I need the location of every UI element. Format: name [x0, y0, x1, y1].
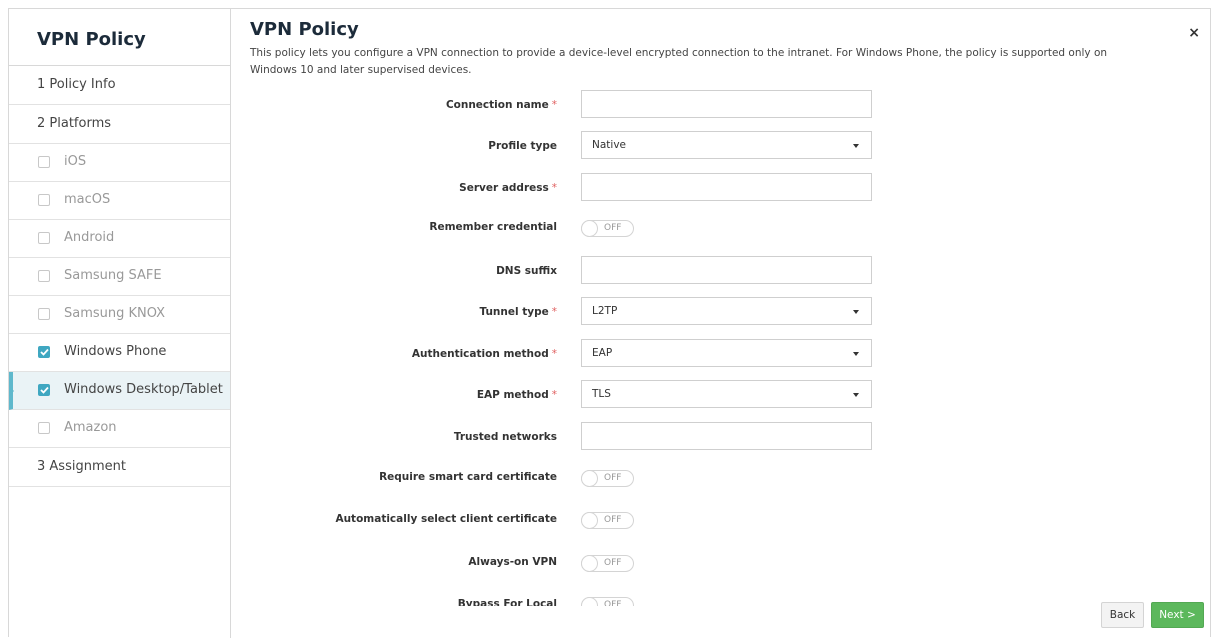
require-smart-card-toggle[interactable]: OFF [581, 470, 634, 487]
auto-select-cert-toggle[interactable]: OFF [581, 512, 634, 529]
back-button[interactable]: Back [1101, 602, 1144, 628]
row-auto-select-cert: Automatically select client certificate … [232, 504, 1210, 534]
profile-type-value: Native [592, 139, 626, 151]
toggle-state: OFF [604, 473, 622, 483]
checkbox-windows-desktop-tablet[interactable] [38, 384, 50, 396]
platform-windows-desktop-tablet[interactable]: Windows Desktop/Tablet [9, 372, 230, 410]
authentication-method-value: EAP [592, 347, 613, 359]
step-platforms[interactable]: 2 Platforms [9, 105, 230, 144]
form-scroll-area: Connection name * Profile type Native Ser… [232, 9, 1210, 606]
caret-down-icon [853, 310, 859, 314]
authentication-method-select[interactable]: EAP [581, 339, 872, 367]
row-dns-suffix: DNS suffix [232, 256, 1210, 286]
checkbox-ios[interactable] [38, 156, 50, 168]
checkmark-icon [39, 386, 49, 394]
checkbox-samsung-knox[interactable] [38, 308, 50, 320]
profile-type-select[interactable]: Native [581, 131, 872, 159]
toggle-knob [581, 555, 598, 572]
row-profile-type: Profile type Native [232, 131, 1210, 161]
sidebar-title: VPN Policy [9, 9, 230, 66]
required-marker: * [551, 348, 557, 360]
always-on-toggle[interactable]: OFF [581, 555, 634, 572]
toggle-knob [581, 597, 598, 606]
platform-macos[interactable]: macOS [9, 182, 230, 220]
toggle-knob [581, 512, 598, 529]
row-bypass-for-local: Bypass For Local OFF [232, 589, 1210, 606]
bypass-for-local-label: Bypass For Local [457, 598, 557, 606]
checkbox-windows-phone[interactable] [38, 346, 50, 358]
require-smart-card-label: Require smart card certificate [379, 471, 557, 483]
always-on-label: Always-on VPN [468, 556, 557, 568]
checkbox-amazon[interactable] [38, 422, 50, 434]
row-require-smart-card: Require smart card certificate OFF [232, 462, 1210, 492]
toggle-knob [581, 470, 598, 487]
main-panel: VPN Policy × This policy lets you config… [232, 9, 1210, 638]
eap-method-select[interactable]: TLS [581, 380, 872, 408]
trusted-networks-input[interactable] [581, 422, 872, 450]
toggle-state: OFF [604, 223, 622, 233]
required-marker: * [551, 306, 557, 318]
platform-label: Windows Phone [64, 344, 167, 359]
trusted-networks-label: Trusted networks [453, 431, 557, 443]
platform-android[interactable]: Android [9, 220, 230, 258]
toggle-knob [581, 220, 598, 237]
toggle-state: OFF [604, 515, 622, 525]
caret-down-icon [853, 144, 859, 148]
next-button[interactable]: Next > [1151, 602, 1204, 628]
platform-samsung-knox[interactable]: Samsung KNOX [9, 296, 230, 334]
dns-suffix-input[interactable] [581, 256, 872, 284]
platform-label: macOS [64, 192, 111, 207]
caret-down-icon [853, 393, 859, 397]
required-marker: * [551, 99, 557, 111]
platform-samsung-safe[interactable]: Samsung SAFE [9, 258, 230, 296]
server-address-input[interactable] [581, 173, 872, 201]
checkbox-samsung-safe[interactable] [38, 270, 50, 282]
eap-method-value: TLS [592, 388, 611, 400]
platform-ios[interactable]: iOS [9, 144, 230, 182]
remember-credential-toggle[interactable]: OFF [581, 220, 634, 237]
wizard-sidebar: VPN Policy 1 Policy Info 2 Platforms iOS… [9, 9, 231, 638]
server-address-label: Server address [459, 182, 549, 194]
eap-method-label: EAP method [476, 389, 549, 401]
row-authentication-method: Authentication method * EAP [232, 339, 1210, 369]
required-marker: * [551, 389, 557, 401]
connection-name-input[interactable] [581, 90, 872, 118]
tunnel-type-value: L2TP [592, 305, 618, 317]
remember-credential-label: Remember credential [429, 221, 557, 233]
tunnel-type-label: Tunnel type [479, 306, 549, 318]
authentication-method-label: Authentication method [411, 348, 549, 360]
wizard-frame: VPN Policy 1 Policy Info 2 Platforms iOS… [8, 8, 1211, 638]
row-always-on: Always-on VPN OFF [232, 547, 1210, 577]
step-assignment[interactable]: 3 Assignment [9, 448, 230, 487]
row-connection-name: Connection name * [232, 90, 1210, 120]
bypass-for-local-toggle[interactable]: OFF [581, 597, 634, 606]
tunnel-type-select[interactable]: L2TP [581, 297, 872, 325]
row-trusted-networks: Trusted networks [232, 422, 1210, 452]
required-marker: * [551, 182, 557, 194]
checkmark-icon [39, 348, 49, 356]
dns-suffix-label: DNS suffix [496, 265, 557, 277]
connection-name-label: Connection name [445, 99, 549, 111]
checkbox-android[interactable] [38, 232, 50, 244]
platform-label: Samsung KNOX [64, 306, 166, 321]
platform-label: Samsung SAFE [64, 268, 162, 283]
platform-windows-phone[interactable]: Windows Phone [9, 334, 230, 372]
platform-label: Android [64, 230, 115, 245]
platform-label: Amazon [64, 420, 117, 435]
step-policy-info[interactable]: 1 Policy Info [9, 66, 230, 105]
caret-down-icon [853, 352, 859, 356]
auto-select-cert-label: Automatically select client certificate [335, 513, 557, 525]
row-remember-credential: Remember credential OFF [232, 212, 1210, 242]
profile-type-label: Profile type [488, 140, 557, 152]
platform-amazon[interactable]: Amazon [9, 410, 230, 448]
row-tunnel-type: Tunnel type * L2TP [232, 297, 1210, 327]
active-pointer-icon [9, 386, 14, 396]
checkbox-macos[interactable] [38, 194, 50, 206]
toggle-state: OFF [604, 558, 622, 568]
platform-label: Windows Desktop/Tablet [64, 382, 223, 397]
platform-label: iOS [64, 154, 87, 169]
row-server-address: Server address * [232, 173, 1210, 203]
row-eap-method: EAP method * TLS [232, 380, 1210, 410]
toggle-state: OFF [604, 600, 622, 606]
